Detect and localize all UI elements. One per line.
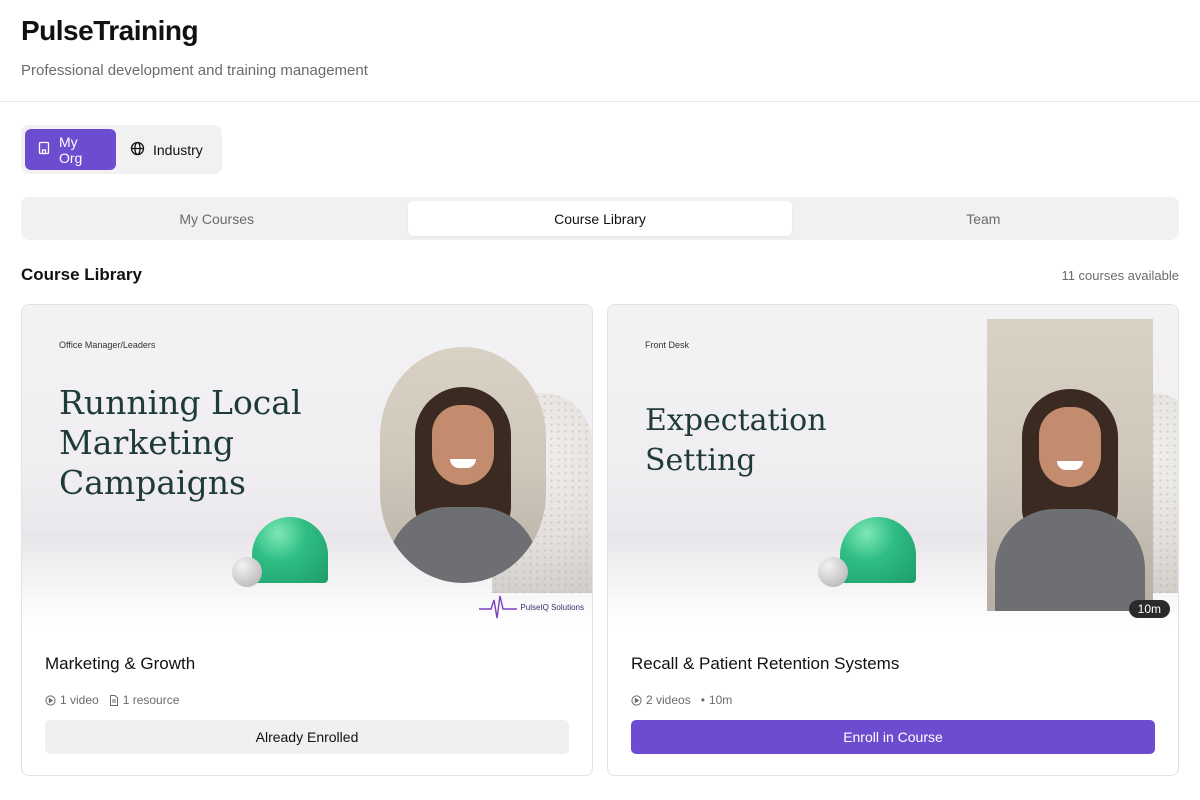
duration-badge: 10m (1128, 600, 1170, 618)
pulse-logo-icon (479, 595, 518, 619)
scope-my-org-button[interactable]: My Org (25, 129, 116, 170)
app-title: PulseTraining (21, 15, 199, 46)
globe-icon (130, 141, 145, 159)
tab-team[interactable]: Team (792, 201, 1175, 236)
course-meta: 1 video 1 resource (45, 692, 569, 708)
course-count: 11 courses available (1061, 268, 1179, 283)
tab-my-courses[interactable]: My Courses (25, 201, 408, 236)
course-thumbnail[interactable]: Front Desk Expectation Setting 10m (608, 305, 1178, 626)
scope-industry-label: Industry (153, 141, 203, 158)
green-dome-shape (840, 517, 916, 583)
play-circle-icon (45, 694, 56, 706)
course-name: Recall & Patient Retention Systems (631, 654, 900, 673)
document-icon (109, 694, 118, 706)
course-card[interactable]: Front Desk Expectation Setting 10m Recal… (607, 304, 1179, 776)
main-tabs: My Courses Course Library Team (21, 197, 1179, 240)
course-name: Marketing & Growth (45, 654, 196, 673)
brand-logo-text: PulseIQ Solutions (520, 602, 584, 612)
green-dome-shape (252, 517, 328, 583)
gray-ball-shape (232, 557, 262, 587)
app-subtitle: Professional development and training ma… (21, 62, 368, 79)
thumbnail-category: Front Desk (645, 340, 690, 350)
section-title: Course Library (21, 265, 142, 284)
thumbnail-category: Office Manager/Leaders (59, 340, 156, 350)
course-card[interactable]: Office Manager/Leaders Running Local Mar… (21, 304, 593, 776)
video-count-label: 2 videos (646, 693, 691, 707)
gray-ball-shape (818, 557, 848, 587)
video-count-label: 1 video (60, 693, 99, 707)
app-header: PulseTraining Professional development a… (0, 0, 1200, 102)
tab-course-library[interactable]: Course Library (408, 201, 792, 236)
thumbnail-title: Expectation Setting (645, 403, 827, 478)
resource-count: 1 resource (109, 693, 180, 707)
scope-industry-button[interactable]: Industry (116, 129, 215, 170)
play-circle-icon (631, 694, 642, 706)
building-icon (37, 141, 51, 158)
enroll-button[interactable]: Enroll in Course (631, 720, 1155, 754)
separator-dot: • (700, 693, 705, 707)
brand-logo: PulseIQ Solutions (479, 594, 584, 620)
already-enrolled-button[interactable]: Already Enrolled (45, 720, 569, 754)
instructor-video-frame (987, 319, 1153, 611)
course-meta: 2 videos • 10m (631, 692, 1155, 708)
resource-count-label: 1 resource (122, 693, 180, 707)
scope-toggle: My Org Industry (21, 125, 222, 174)
video-count: 1 video (45, 693, 99, 707)
course-duration: • 10m (701, 693, 733, 707)
thumbnail-title: Running Local Marketing Campaigns (59, 383, 302, 502)
course-thumbnail[interactable]: Office Manager/Leaders Running Local Mar… (22, 305, 592, 626)
course-duration-label: 10m (708, 693, 733, 707)
video-count: 2 videos (631, 693, 691, 707)
instructor-portrait (380, 347, 546, 583)
scope-my-org-label: My Org (59, 133, 83, 166)
